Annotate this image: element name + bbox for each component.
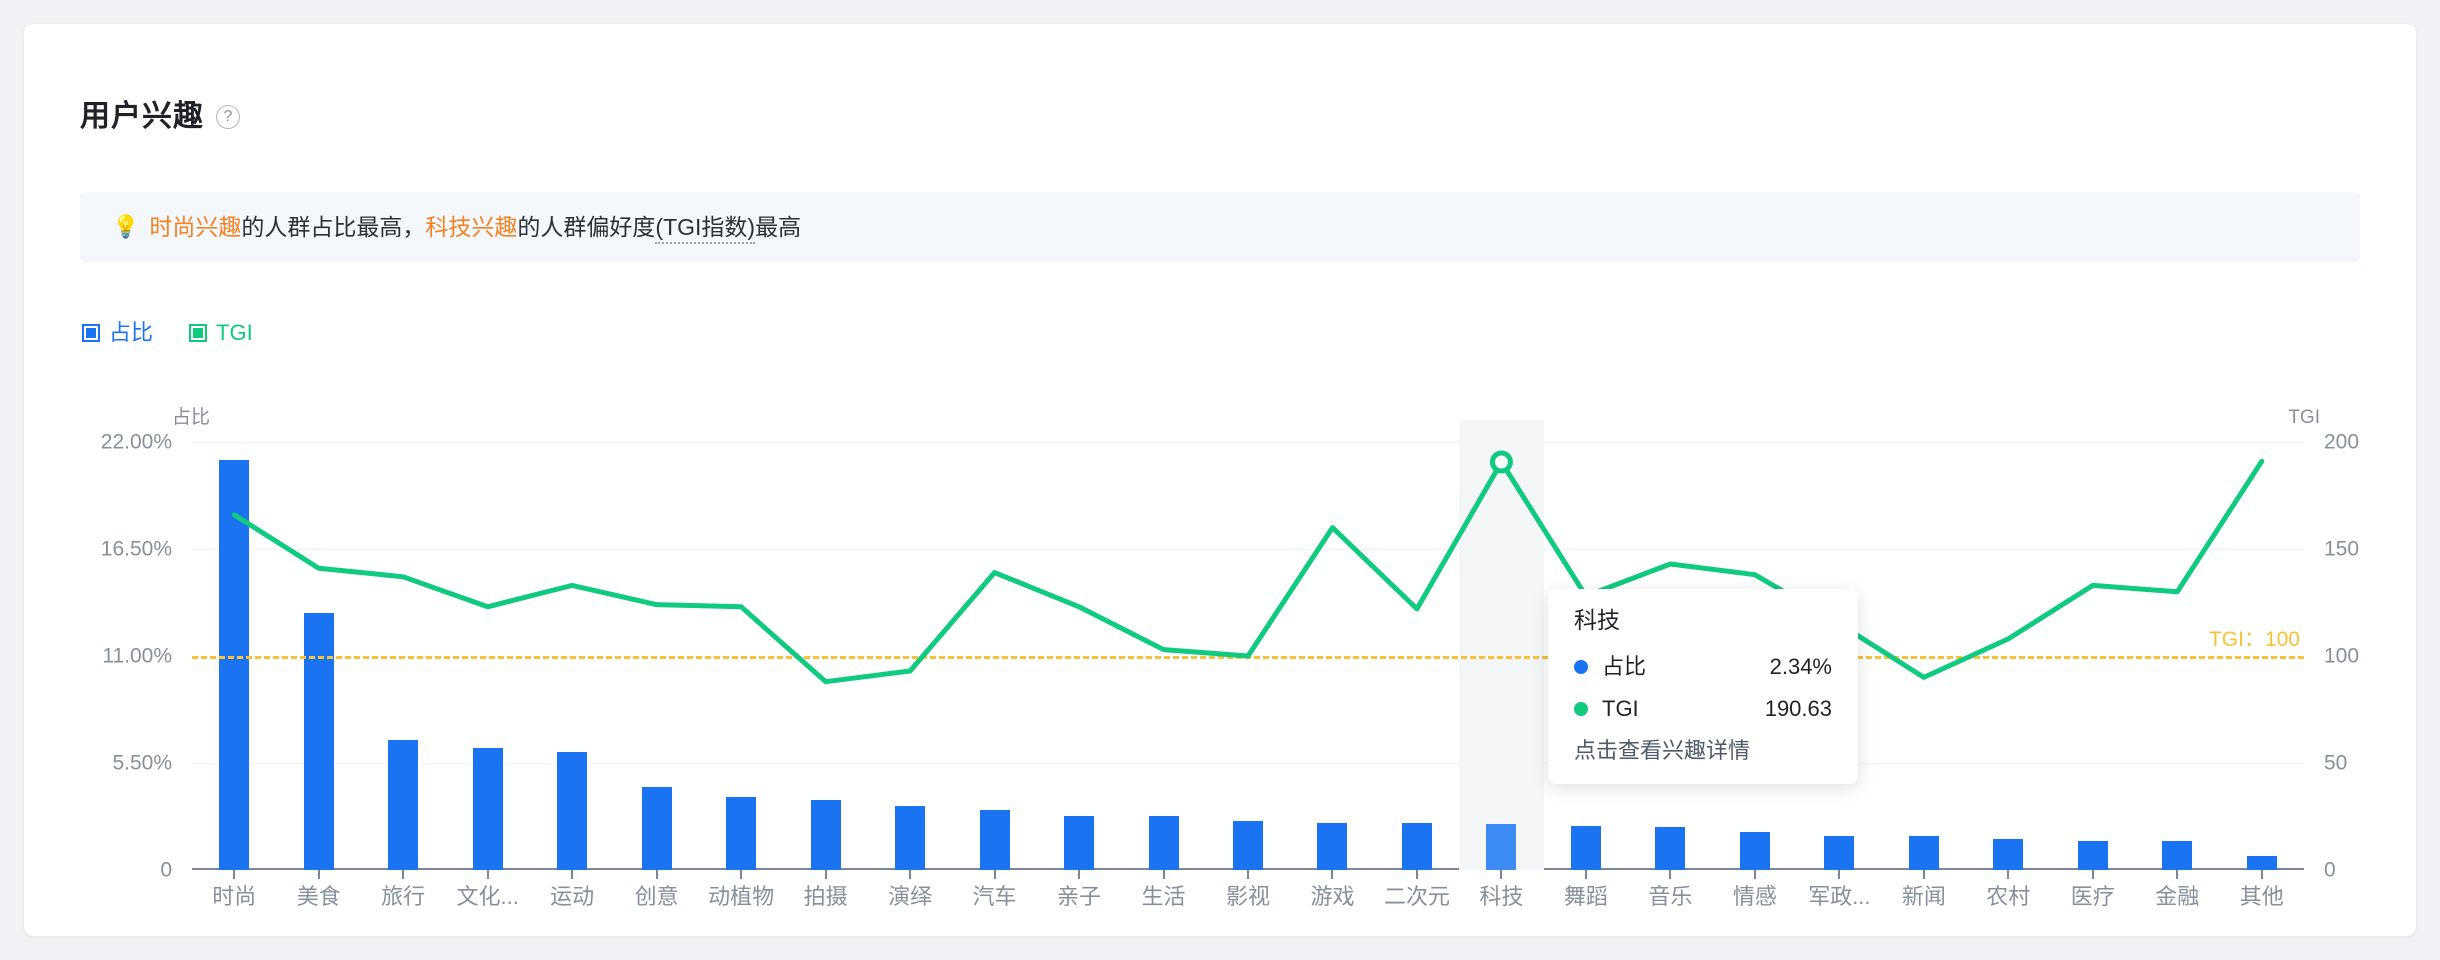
x-axis-label-文化...[interactable]: 文化...	[457, 886, 519, 908]
x-axis-label-游戏[interactable]: 游戏	[1310, 886, 1354, 908]
x-axis-label-金融[interactable]: 金融	[2155, 886, 2199, 908]
x-axis-label-动植物[interactable]: 动植物	[708, 886, 774, 908]
tooltip-series-value: 190.63	[1764, 696, 1832, 721]
y-axis-tick-left: 5.50%	[112, 751, 172, 775]
tooltip-row: TGI 190.63	[1574, 698, 1832, 720]
x-axis-label-新闻[interactable]: 新闻	[1902, 886, 1946, 908]
x-axis-tick	[1669, 870, 1672, 879]
x-axis-label-二次元[interactable]: 二次元	[1384, 886, 1450, 908]
insight-segment-3: 最高	[755, 213, 802, 240]
tooltip-series-value: 2.34%	[1769, 654, 1832, 679]
insight-tgi-term[interactable]: (TGI指数)	[655, 213, 756, 244]
x-axis-label-音乐[interactable]: 音乐	[1648, 886, 1692, 908]
series-color-dot	[1574, 660, 1588, 674]
x-axis-tick	[2091, 870, 2094, 879]
x-axis-tick	[1415, 870, 1418, 879]
insight-banner: 💡 时尚兴趣的人群占比最高，科技兴趣的人群偏好度(TGI指数)最高	[80, 192, 2360, 262]
x-axis-label-影视[interactable]: 影视	[1226, 886, 1270, 908]
x-axis-tick	[402, 870, 405, 879]
x-axis-tick	[2007, 870, 2010, 879]
x-axis-tick	[740, 870, 743, 879]
x-axis-tick	[1838, 870, 1841, 879]
x-axis-label-美食[interactable]: 美食	[297, 886, 341, 908]
y-axis-tick-right: 200	[2324, 430, 2360, 454]
insight-highlight-fashion: 时尚兴趣	[149, 213, 242, 240]
x-axis-label-情感[interactable]: 情感	[1733, 886, 1777, 908]
x-axis-tick	[1584, 870, 1587, 879]
x-axis-tick	[2260, 870, 2263, 879]
chart-legend: 占比 TGI	[82, 322, 253, 344]
x-axis-tick	[824, 870, 827, 879]
y-axis-tick-right: 0	[2324, 858, 2336, 882]
tooltip-series-name: TGI	[1602, 696, 1639, 721]
y-axis-tick-left: 16.50%	[100, 537, 172, 561]
x-axis-tick	[909, 870, 912, 879]
x-axis-labels: 时尚 美食 旅行 文化... 运动 创意 动植物 拍摄 演绎 汽车 亲子 生活 影视 游戏 二次元 科技 舞蹈 音…	[192, 886, 2304, 926]
tooltip-row: 占比 2.34%	[1574, 656, 1832, 678]
question-circle-icon[interactable]: ?	[216, 105, 240, 129]
x-axis-label-旅行[interactable]: 旅行	[381, 886, 425, 908]
x-axis-tick	[1500, 870, 1503, 879]
x-axis-tick	[1922, 870, 1925, 879]
y-axis-tick-right: 50	[2324, 751, 2348, 775]
tooltip-title: 科技	[1574, 607, 1620, 633]
x-axis-label-军政...[interactable]: 军政...	[1808, 886, 1870, 908]
y-axis-tick-right: 100	[2324, 644, 2360, 668]
x-axis-tick	[1078, 870, 1081, 879]
x-axis-tick	[1247, 870, 1249, 879]
active-data-point-marker[interactable]	[1489, 450, 1513, 474]
card-header: 用户兴趣 ?	[80, 102, 240, 132]
x-axis-tick	[2176, 870, 2179, 879]
x-axis-label-汽车[interactable]: 汽车	[973, 886, 1017, 908]
x-axis-tick	[317, 870, 320, 879]
legend-item-label: 占比	[109, 320, 154, 345]
x-axis-label-演绎[interactable]: 演绎	[888, 886, 932, 908]
page-title: 用户兴趣	[80, 100, 204, 133]
plot-region: 0 0 5.50% 50 11.00% 100 16.50% 150 22.00% 200 TGI：…	[101, 420, 2359, 881]
y-axis-tick-right: 150	[2324, 537, 2360, 561]
chart-tooltip[interactable]: 科技 占比 2.34% TGI 190.63 点击查看兴趣详情	[1548, 589, 1858, 784]
x-axis-label-农村[interactable]: 农村	[1986, 886, 2030, 908]
x-axis-label-生活[interactable]: 生活	[1142, 886, 1186, 908]
y-axis-tick-left: 22.00%	[100, 430, 172, 454]
insight-segment-1: 的人群占比最高，	[241, 213, 426, 240]
x-axis-tick	[993, 870, 996, 879]
x-axis-label-医疗[interactable]: 医疗	[2071, 886, 2115, 908]
y-axis-tick-left: 11.00%	[102, 644, 172, 668]
x-axis-tick	[571, 870, 574, 879]
x-axis-tick	[655, 870, 658, 879]
tooltip-footer-link[interactable]: 点击查看兴趣详情	[1574, 740, 1832, 762]
x-axis-label-亲子[interactable]: 亲子	[1057, 886, 1101, 908]
insight-segment-2: 的人群偏好度	[517, 213, 656, 240]
x-axis-label-舞蹈[interactable]: 舞蹈	[1564, 886, 1608, 908]
x-axis-label-运动[interactable]: 运动	[550, 886, 594, 908]
tooltip-rows: 占比 2.34% TGI 190.63	[1574, 656, 1832, 720]
insight-highlight-tech: 科技兴趣	[425, 213, 518, 240]
tooltip-series-name: 占比	[1602, 654, 1647, 679]
tgi-line-series	[231, 450, 2265, 685]
legend-item-占比[interactable]: 占比	[82, 322, 153, 344]
legend-swatch-icon	[189, 324, 208, 342]
x-axis-tick	[1162, 870, 1165, 879]
x-axis-label-其他[interactable]: 其他	[2240, 886, 2284, 908]
x-axis-label-时尚[interactable]: 时尚	[212, 886, 256, 908]
y-axis-tick-left: 0	[160, 858, 172, 882]
insight-text: 时尚兴趣的人群占比最高，科技兴趣的人群偏好度(TGI指数)最高	[149, 213, 802, 244]
legend-item-label: TGI	[216, 320, 253, 345]
x-axis-tick	[1753, 870, 1756, 879]
x-axis-label-拍摄[interactable]: 拍摄	[804, 886, 848, 908]
user-interest-card: 用户兴趣 ? 💡 时尚兴趣的人群占比最高，科技兴趣的人群偏好度(TGI指数)最高…	[24, 24, 2416, 936]
chart-area: 占比 TGI 0 0 5.50% 50 11.00% 100 16.50% 150 22.00%…	[24, 384, 2416, 924]
legend-swatch-icon	[82, 324, 100, 342]
x-axis-tick	[486, 870, 489, 879]
series-color-dot	[1574, 702, 1588, 716]
x-axis-tick	[1331, 870, 1334, 879]
tgi-line-path	[231, 458, 2265, 685]
legend-item-TGI[interactable]: TGI	[189, 322, 253, 344]
x-axis-tick	[233, 870, 236, 879]
x-axis-label-创意[interactable]: 创意	[635, 886, 679, 908]
lightbulb-icon: 💡	[112, 214, 140, 239]
x-axis-label-科技[interactable]: 科技	[1479, 886, 1523, 908]
